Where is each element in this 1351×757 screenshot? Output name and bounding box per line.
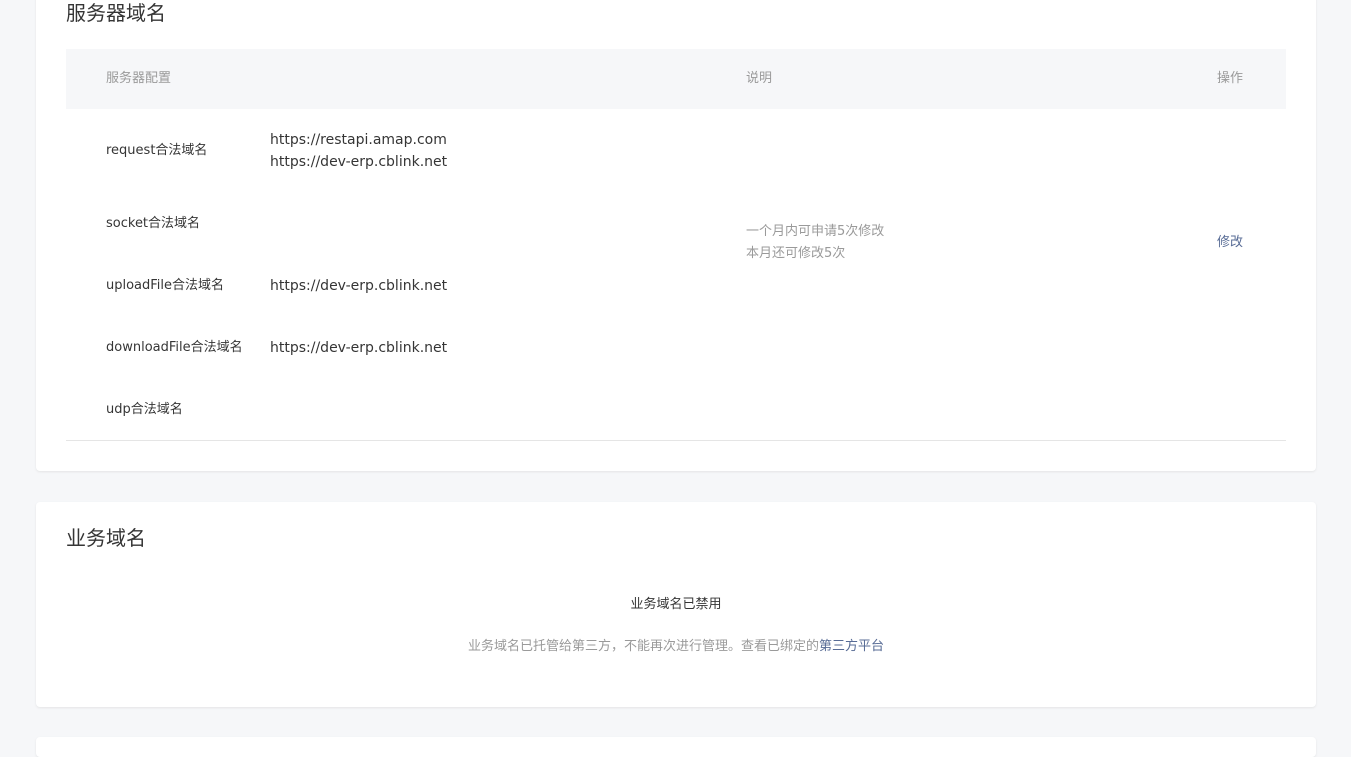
row-values-request: https://restapi.amap.com https://dev-erp… [270, 129, 447, 173]
description-line: 本月还可修改5次 [746, 246, 846, 261]
header-config: 服务器配置 [106, 71, 172, 86]
third-party-platform-link[interactable]: 第三方平台 [819, 639, 884, 654]
business-domain-disabled-desc: 业务域名已托管给第三方，不能再次进行管理。查看已绑定的第三方平台 [36, 637, 1316, 657]
row-label-udp: udp合法域名 [106, 402, 183, 417]
row-label-request: request合法域名 [106, 143, 208, 158]
description-text: 一个月内可申请5次修改 本月还可修改5次 [746, 221, 884, 265]
modify-link[interactable]: 修改 [1217, 233, 1243, 253]
row-label-socket: socket合法域名 [106, 216, 201, 231]
section-title-server-domain: 服务器域名 [66, 1, 166, 25]
description-line: 一个月内可申请5次修改 [746, 224, 885, 239]
business-domain-card: 业务域名 业务域名已禁用 业务域名已托管给第三方，不能再次进行管理。查看已绑定的… [36, 502, 1316, 707]
section-title-business-domain: 业务域名 [66, 526, 146, 550]
row-values-downloadfile: https://dev-erp.cblink.net [270, 337, 447, 359]
header-operation: 操作 [1217, 71, 1244, 86]
domain-value: https://dev-erp.cblink.net [270, 278, 448, 294]
domain-value: https://dev-erp.cblink.net [270, 340, 448, 356]
row-label-uploadfile: uploadFile合法域名 [106, 278, 225, 293]
server-domain-card: 服务器域名 服务器配置 说明 操作 request合法域名 https://re… [36, 0, 1316, 471]
business-domain-disabled-title: 业务域名已禁用 [630, 597, 722, 612]
table-divider [66, 440, 1286, 441]
row-values-uploadfile: https://dev-erp.cblink.net [270, 275, 447, 297]
domain-value: https://dev-erp.cblink.net [270, 154, 448, 170]
header-description: 说明 [746, 71, 773, 86]
disabled-desc-text: 业务域名已托管给第三方，不能再次进行管理。查看已绑定的 [467, 639, 819, 654]
domain-value: https://restapi.amap.com [270, 132, 447, 148]
next-card [36, 737, 1316, 757]
row-label-downloadfile: downloadFile合法域名 [106, 340, 243, 355]
table-header: 服务器配置 说明 操作 [66, 49, 1286, 109]
